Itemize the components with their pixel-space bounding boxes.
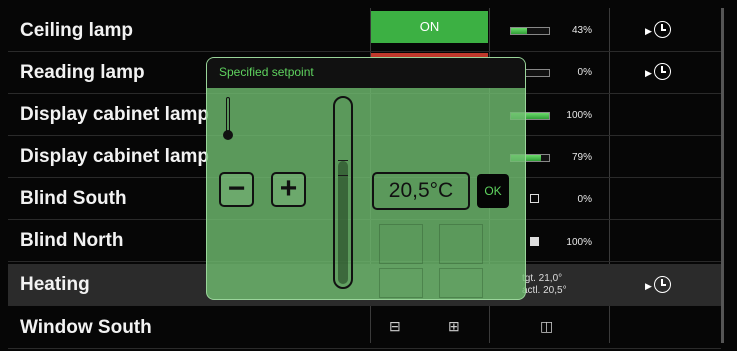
- ceiling-lamp-percent: 43%: [571, 25, 592, 36]
- display-cabinet-lamp-2-percent: 79%: [571, 152, 592, 163]
- decrease-button[interactable]: −: [219, 172, 254, 207]
- thermometer-bulb: [223, 130, 233, 140]
- row-window-south[interactable]: Window South: [8, 307, 721, 349]
- background-control: [379, 224, 423, 264]
- increase-button[interactable]: +: [271, 172, 306, 207]
- heating-target-temp: tgt. 21,0°: [522, 273, 563, 284]
- thermometer-icon: [221, 97, 235, 145]
- window-tilt-icon[interactable]: ⊞: [448, 318, 460, 335]
- scrollbar[interactable]: [721, 8, 724, 343]
- heating-schedule-button[interactable]: ▶: [645, 275, 685, 297]
- play-icon: ▶: [645, 68, 652, 78]
- heating-temperatures: tgt. 21,0° actl. 20,5°: [522, 273, 567, 297]
- slider-fill: [338, 161, 348, 284]
- dialog-title: Specified setpoint: [207, 58, 525, 88]
- setpoint-dialog: Specified setpoint − + 20,5°C OK: [206, 57, 526, 300]
- row-label: Reading lamp: [20, 62, 145, 83]
- ceiling-lamp-level-bar: [510, 27, 550, 35]
- reading-lamp-schedule-button[interactable]: ▶: [645, 62, 685, 84]
- row-label: Heating: [20, 274, 90, 295]
- clock-icon: [654, 63, 671, 80]
- row-label: Blind South: [20, 188, 127, 209]
- ceiling-lamp-on-button[interactable]: ON: [371, 11, 488, 43]
- blind-south-percent: 0%: [577, 194, 592, 205]
- setpoint-slider[interactable]: [333, 96, 353, 289]
- setpoint-value: 20,5°C: [372, 172, 470, 210]
- background-control: [379, 268, 423, 298]
- level-fill: [511, 28, 528, 34]
- row-label: Blind North: [20, 230, 124, 251]
- row-ceiling-lamp[interactable]: Ceiling lamp: [8, 10, 721, 52]
- slider-tick: [338, 175, 348, 176]
- window-open-icon[interactable]: ⊟: [389, 318, 401, 335]
- row-label: Display cabinet lamp: [20, 104, 210, 125]
- heating-actual-temp: actl. 20,5°: [522, 285, 567, 296]
- reading-lamp-percent: 0%: [577, 67, 592, 78]
- blind-south-position-icon: [530, 194, 539, 203]
- row-label: Ceiling lamp: [20, 20, 133, 41]
- row-label: Display cabinet lamp: [20, 146, 210, 167]
- ceiling-lamp-schedule-button[interactable]: ▶: [645, 20, 685, 42]
- play-icon: ▶: [645, 281, 652, 291]
- background-control: [439, 268, 483, 298]
- ok-button[interactable]: OK: [477, 174, 509, 208]
- play-icon: ▶: [645, 26, 652, 36]
- slider-tick: [338, 160, 348, 161]
- display-cabinet-lamp-1-percent: 100%: [566, 110, 592, 121]
- thermometer-stem: [226, 97, 230, 133]
- clock-icon: [654, 276, 671, 293]
- clock-icon: [654, 21, 671, 38]
- window-closed-icon: ◫: [540, 318, 554, 334]
- blind-north-percent: 100%: [566, 237, 592, 248]
- blind-north-position-icon: [530, 237, 539, 246]
- row-label: Window South: [20, 317, 152, 338]
- background-control: [439, 224, 483, 264]
